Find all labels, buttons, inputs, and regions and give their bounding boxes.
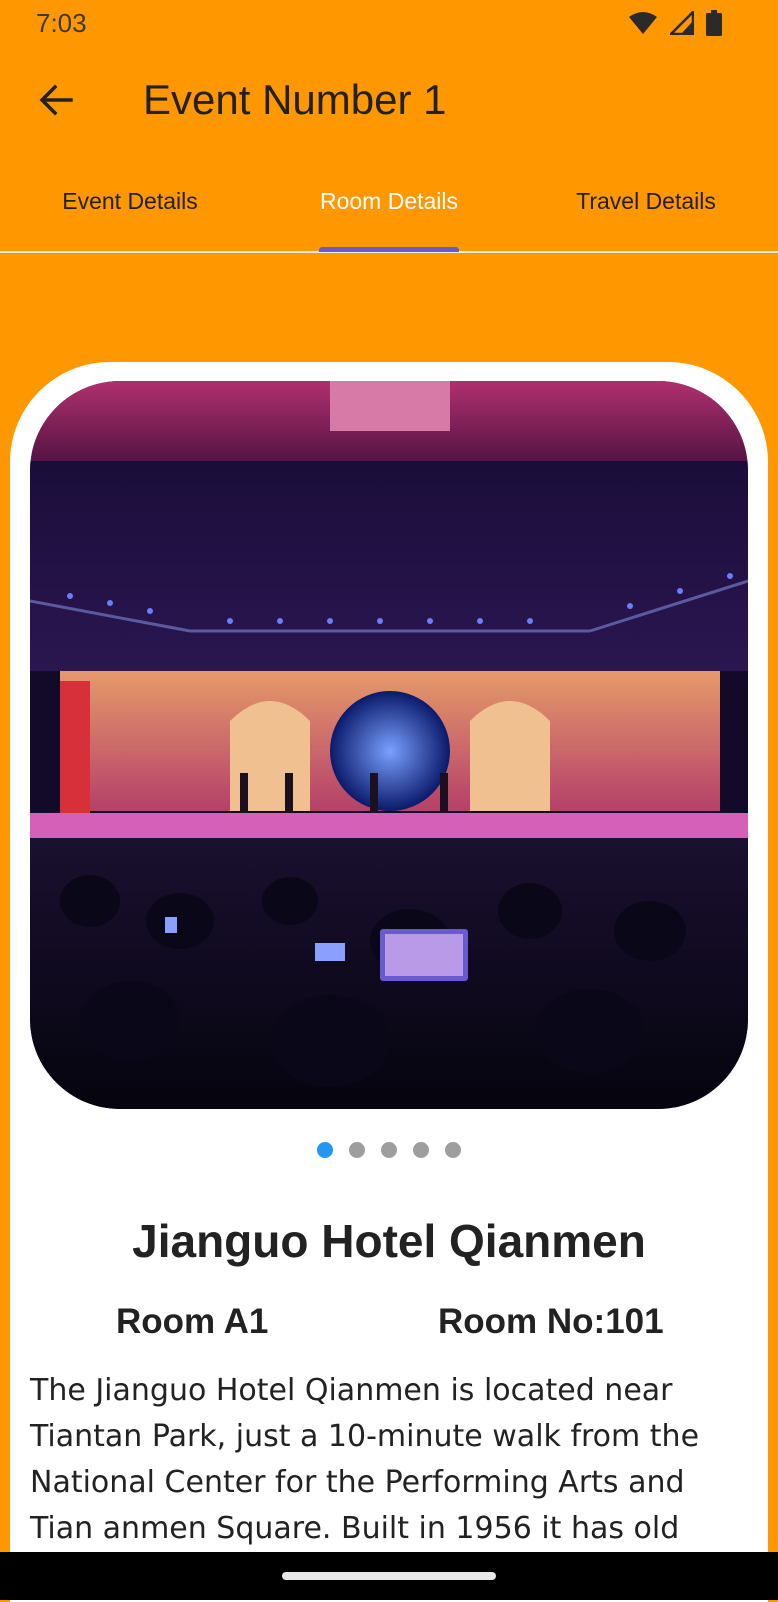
wifi-icon <box>628 11 658 40</box>
back-button[interactable] <box>28 74 84 130</box>
hotel-name: Jianguo Hotel Qianmen <box>132 1215 646 1267</box>
arrow-left-icon <box>38 82 74 123</box>
room-number: Room No:101 <box>438 1302 664 1341</box>
home-gesture-handle[interactable] <box>282 1572 496 1580</box>
tab-room-details[interactable]: Room Details <box>311 188 467 215</box>
room-name: Room A1 <box>116 1302 269 1341</box>
battery-icon <box>706 10 722 41</box>
status-time: 7:03 <box>36 8 87 38</box>
tab-travel-details[interactable]: Travel Details <box>566 188 726 215</box>
system-nav-bar <box>0 1552 778 1600</box>
concert-stage-photo <box>30 381 748 1109</box>
signal-icon <box>667 8 695 40</box>
carousel-dot[interactable] <box>317 1142 333 1158</box>
carousel-dot[interactable] <box>445 1142 461 1158</box>
page-title: Event Number 1 <box>143 76 447 123</box>
tab-bar: Event Details Room Details Travel Detail… <box>0 168 778 252</box>
carousel-image[interactable] <box>30 381 748 1109</box>
status-bar: 7:03 <box>0 0 778 50</box>
room-card: Jianguo Hotel Qianmen Room A1 Room No:10… <box>10 362 768 1602</box>
app-bar: Event Number 1 <box>0 56 778 152</box>
carousel-indicator <box>10 1142 768 1158</box>
carousel-dot[interactable] <box>413 1142 429 1158</box>
carousel-dot[interactable] <box>381 1142 397 1158</box>
tab-indicator <box>319 247 459 252</box>
tab-event-details[interactable]: Event Details <box>62 188 198 215</box>
status-icons <box>628 8 722 41</box>
carousel-dot[interactable] <box>349 1142 365 1158</box>
